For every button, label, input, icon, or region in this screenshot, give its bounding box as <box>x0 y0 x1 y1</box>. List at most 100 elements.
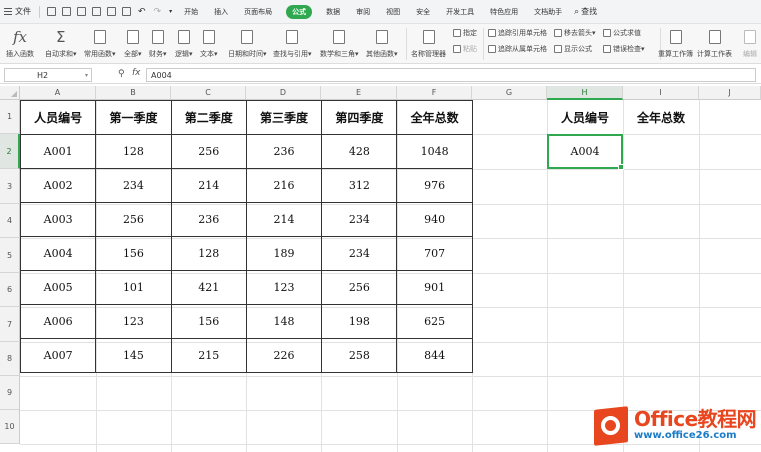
table-cell[interactable]: 128 <box>170 236 247 271</box>
table-cell[interactable]: 198 <box>321 304 398 339</box>
datetime-button[interactable]: 日期和时间▾ <box>228 26 267 59</box>
column-header-b[interactable]: B <box>96 86 171 100</box>
table-cell[interactable]: A001 <box>19 134 97 169</box>
autosum-button[interactable]: Σ 自动求和▾ <box>45 26 77 59</box>
row-header-1[interactable]: 1 <box>0 100 20 134</box>
logic-button[interactable]: 逻辑▾ <box>175 26 193 59</box>
formula-eval-button[interactable]: 公式求值 <box>603 28 641 38</box>
table-header-cell[interactable]: 人员编号 <box>19 100 97 135</box>
search-button[interactable]: ⌕ 查找 <box>570 0 601 24</box>
table-cell[interactable]: 234 <box>321 236 398 271</box>
tab-review[interactable]: 审阅 <box>348 0 378 24</box>
tab-special[interactable]: 特色应用 <box>482 0 526 24</box>
remove-arrows-button[interactable]: 移去箭头 ▾ <box>554 28 596 38</box>
trace-precedents-button[interactable]: 追踪引用单元格 <box>488 28 547 38</box>
row-header-3[interactable]: 3 <box>0 169 20 204</box>
column-header-c[interactable]: C <box>171 86 246 100</box>
table-cell[interactable]: 145 <box>95 338 172 373</box>
table-cell[interactable]: 421 <box>170 270 247 305</box>
common-functions-button[interactable]: 常用函数▾ <box>84 26 116 59</box>
table-cell[interactable]: 1048 <box>396 134 473 169</box>
recalc-workbook-button[interactable]: 重算工作簿 <box>658 26 693 59</box>
table-cell[interactable]: A005 <box>19 270 97 305</box>
tab-developer[interactable]: 开发工具 <box>438 0 482 24</box>
active-cell[interactable]: A004 <box>547 134 624 170</box>
row-header-2[interactable]: 2 <box>0 134 20 169</box>
column-header-f[interactable]: F <box>397 86 472 100</box>
table-cell[interactable]: 156 <box>170 304 247 339</box>
row-header-5[interactable]: 5 <box>0 238 20 273</box>
table-cell[interactable]: A007 <box>19 338 97 373</box>
show-formulas-button[interactable]: 显示公式 <box>554 44 592 54</box>
edit-button[interactable]: 编辑 <box>743 26 757 59</box>
open-icon[interactable] <box>62 7 71 16</box>
column-header-j[interactable]: J <box>699 86 761 100</box>
table-cell[interactable]: 101 <box>95 270 172 305</box>
table-cell[interactable]: 214 <box>245 202 323 237</box>
table-cell[interactable]: 256 <box>321 270 398 305</box>
table-cell[interactable]: A002 <box>19 168 97 203</box>
text-button[interactable]: 文本▾ <box>200 26 218 59</box>
table-cell[interactable]: 148 <box>245 304 323 339</box>
table-cell[interactable]: 214 <box>170 168 247 203</box>
name-box[interactable]: H2 ▾ <box>4 68 92 82</box>
error-check-button[interactable]: 错误检查 ▾ <box>603 44 645 54</box>
name-manager-button[interactable]: 名称管理器 <box>411 26 446 59</box>
table-cell[interactable]: 123 <box>245 270 323 305</box>
chevron-down-icon[interactable]: ▾ <box>165 0 176 24</box>
lookup-reference-button[interactable]: 查找与引用▾ <box>273 26 312 59</box>
table-cell[interactable]: 256 <box>170 134 247 169</box>
table-cell[interactable]: 216 <box>245 168 323 203</box>
table-header-cell[interactable]: 第三季度 <box>245 100 323 135</box>
table-header-cell[interactable]: 第四季度 <box>321 100 398 135</box>
table-cell[interactable]: 189 <box>245 236 323 271</box>
fx-icon[interactable]: fx <box>132 68 141 78</box>
table-header-cell[interactable]: 第一季度 <box>95 100 172 135</box>
print-icon[interactable] <box>107 7 116 16</box>
table-cell[interactable]: 428 <box>321 134 398 169</box>
table-cell[interactable]: A006 <box>19 304 97 339</box>
export-icon[interactable] <box>92 7 101 16</box>
save-icon[interactable] <box>77 7 86 16</box>
table-cell[interactable]: A003 <box>19 202 97 237</box>
lookup-id-header[interactable]: 人员编号 <box>547 100 623 134</box>
table-header-cell[interactable]: 第二季度 <box>170 100 247 135</box>
all-functions-button[interactable]: 全部▾ <box>124 26 142 59</box>
tab-data[interactable]: 数据 <box>318 0 348 24</box>
undo-icon[interactable]: ↶ <box>134 0 150 24</box>
column-header-e[interactable]: E <box>321 86 397 100</box>
row-header-10[interactable]: 10 <box>0 410 20 444</box>
formula-input[interactable]: A004 <box>146 68 756 82</box>
tab-page-layout[interactable]: 页面布局 <box>236 0 280 24</box>
new-file-icon[interactable] <box>47 7 56 16</box>
preview-icon[interactable] <box>122 7 131 16</box>
tab-insert[interactable]: 插入 <box>206 0 236 24</box>
column-header-a[interactable]: A <box>20 86 96 100</box>
table-cell[interactable]: 312 <box>321 168 398 203</box>
column-header-g[interactable]: G <box>472 86 547 100</box>
table-cell[interactable]: 226 <box>245 338 323 373</box>
table-cell[interactable]: 236 <box>245 134 323 169</box>
tab-doc-assistant[interactable]: 文档助手 <box>526 0 570 24</box>
column-header-h[interactable]: H <box>547 86 623 100</box>
table-cell[interactable]: 128 <box>95 134 172 169</box>
finance-button[interactable]: 财务▾ <box>149 26 167 59</box>
chevron-down-icon[interactable]: ▾ <box>85 72 88 79</box>
row-header-9[interactable]: 9 <box>0 376 20 410</box>
tab-formulas[interactable]: 公式 <box>280 0 318 24</box>
row-header-4[interactable]: 4 <box>0 204 20 238</box>
tab-view[interactable]: 视图 <box>378 0 408 24</box>
zoom-icon[interactable]: ⚲ <box>118 69 125 79</box>
calc-sheet-button[interactable]: 计算工作表 <box>697 26 732 59</box>
table-cell[interactable]: 236 <box>170 202 247 237</box>
table-cell[interactable]: 123 <box>95 304 172 339</box>
table-cell[interactable]: 234 <box>321 202 398 237</box>
trace-dependents-button[interactable]: 追踪从属单元格 <box>488 44 547 54</box>
tab-home[interactable]: 开始 <box>176 0 206 24</box>
column-header-d[interactable]: D <box>246 86 321 100</box>
table-cell[interactable]: 256 <box>95 202 172 237</box>
table-cell[interactable]: 707 <box>396 236 473 271</box>
table-cell[interactable]: 844 <box>396 338 473 373</box>
column-header-i[interactable]: I <box>623 86 699 100</box>
table-cell[interactable]: A004 <box>19 236 97 271</box>
